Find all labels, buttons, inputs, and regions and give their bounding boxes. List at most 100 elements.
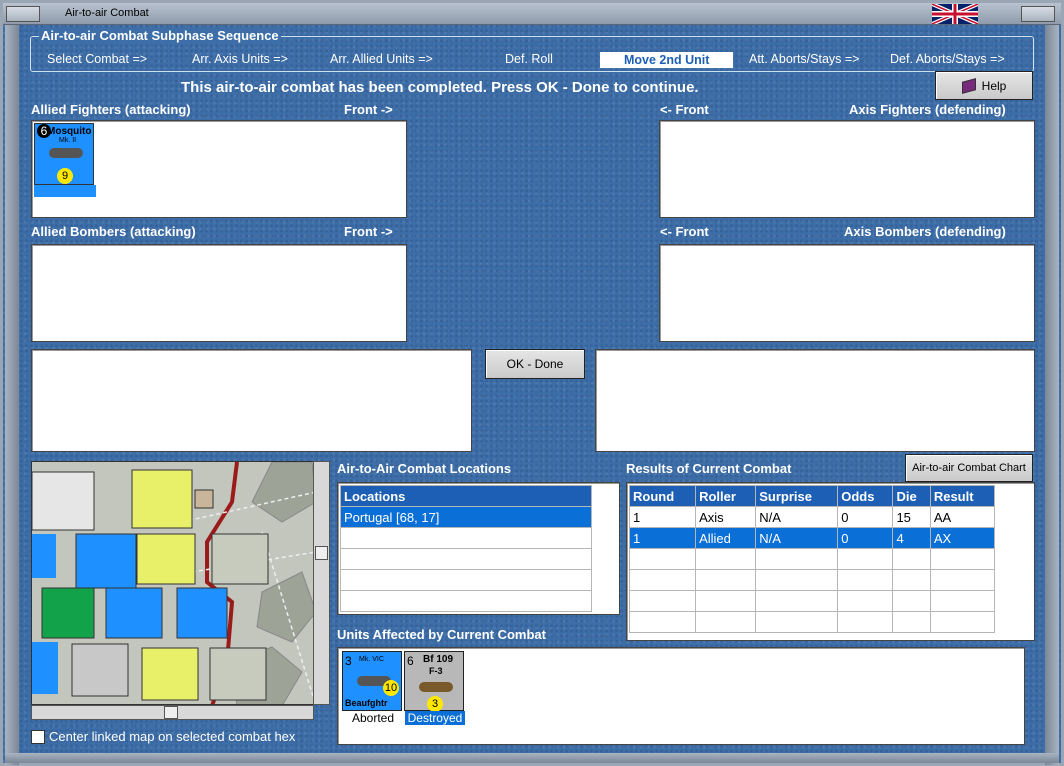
step-arr-axis: Arr. Axis Units => <box>192 52 288 66</box>
results-title: Results of Current Combat <box>626 461 792 476</box>
cell: Axis <box>695 506 757 528</box>
empty-cell <box>695 548 757 570</box>
cell: 1 <box>628 506 697 528</box>
status-message: This air-to-air combat has been complete… <box>181 79 699 96</box>
unit-top-value: 6 <box>407 654 414 668</box>
cell: N/A <box>755 506 839 528</box>
map-horizontal-scrollbar[interactable] <box>31 705 314 720</box>
step-def-roll: Def. Roll <box>505 52 553 66</box>
map-vertical-scrollbar[interactable] <box>313 461 330 705</box>
empty-cell <box>837 569 894 591</box>
empty-cell <box>892 569 931 591</box>
help-button[interactable]: Help <box>935 71 1033 100</box>
col-die: Die <box>892 485 931 507</box>
title-bar: Air-to-air Combat <box>3 3 1061 25</box>
empty-cell <box>837 590 894 612</box>
table-row[interactable]: 1 Axis N/A 0 15 AA <box>628 506 996 528</box>
counter-bottom-value: 9 <box>57 168 73 184</box>
col-result: Result <box>929 485 996 507</box>
linked-map[interactable] <box>31 461 315 705</box>
sequence-title: Air-to-air Combat Subphase Sequence <box>39 28 281 43</box>
empty-cell <box>892 611 931 633</box>
system-menu-button[interactable] <box>6 6 40 22</box>
axis-bombers-box[interactable] <box>659 244 1035 342</box>
counter-name: Mosquito <box>47 126 92 137</box>
empty-cell <box>695 569 757 591</box>
front-right-label-2: Front -> <box>344 224 393 239</box>
book-icon <box>961 77 976 94</box>
unit-top-value: 3 <box>345 654 352 668</box>
location-row[interactable]: Portugal [68, 17] <box>340 506 592 528</box>
unit-bottom-value: 10 <box>383 680 399 696</box>
axis-fighters-label: Axis Fighters (defending) <box>849 102 1006 117</box>
step-select-combat: Select Combat => <box>47 52 148 66</box>
frame-bottom <box>5 753 1059 763</box>
empty-cell <box>628 548 697 570</box>
close-button[interactable] <box>1021 6 1055 22</box>
empty-cell <box>628 590 697 612</box>
cell: 0 <box>837 506 894 528</box>
hex-map-graphic <box>32 462 314 704</box>
front-left-label: <- Front <box>660 102 709 117</box>
unit-status-destroyed: Destroyed <box>405 711 465 725</box>
locations-list[interactable]: Locations Portugal [68, 17] <box>337 482 620 615</box>
center-map-checkbox[interactable] <box>31 730 45 744</box>
empty-cell <box>929 548 996 570</box>
window-title: Air-to-air Combat <box>65 7 149 19</box>
col-odds: Odds <box>837 485 894 507</box>
frame-left <box>5 25 19 765</box>
allied-bombers-box[interactable] <box>31 244 407 342</box>
unit-model: Mk. VIC <box>359 656 384 663</box>
front-right-label: Front -> <box>344 102 393 117</box>
cell: AX <box>929 527 996 549</box>
axis-bombers-label: Axis Bombers (defending) <box>844 224 1006 239</box>
center-map-label: Center linked map on selected combat hex <box>49 729 296 744</box>
empty-cell <box>695 590 757 612</box>
unit-model: F-3 <box>429 666 443 676</box>
table-row[interactable]: 1 Allied N/A 0 4 AX <box>628 527 996 549</box>
empty-cell <box>755 569 839 591</box>
empty-cell <box>929 590 996 612</box>
axis-info-box <box>595 349 1035 452</box>
cell: N/A <box>755 527 839 549</box>
main-window: Air-to-air Combat Air-to-air Combat Subp… <box>0 0 1064 766</box>
unit-name: Bf 109 <box>423 654 454 665</box>
empty-cell <box>695 611 757 633</box>
vscroll-thumb[interactable] <box>315 546 328 560</box>
col-roller: Roller <box>695 485 757 507</box>
empty-cell <box>892 590 931 612</box>
allied-fighters-box[interactable]: 6 Mosquito Mk. II 9 <box>31 120 407 218</box>
cell: 4 <box>892 527 931 549</box>
locations-title: Air-to-Air Combat Locations <box>337 461 512 476</box>
uk-flag-icon <box>932 4 978 24</box>
beaufighter-counter[interactable]: 3 Mk. VIC 10 Beaufghtr Aborted <box>342 651 402 725</box>
location-row-empty <box>340 569 592 591</box>
mosquito-counter[interactable]: 6 Mosquito Mk. II 9 <box>34 123 94 185</box>
col-surprise: Surprise <box>755 485 839 507</box>
location-row-empty <box>340 590 592 612</box>
empty-cell <box>755 590 839 612</box>
empty-cell <box>837 611 894 633</box>
cell: 1 <box>628 527 697 549</box>
bf109-counter[interactable]: 6 Bf 109 F-3 3 Destroyed <box>404 651 465 725</box>
empty-cell <box>755 548 839 570</box>
hscroll-thumb[interactable] <box>164 706 178 719</box>
unit-name: Beaufghtr <box>345 698 388 708</box>
empty-cell <box>628 611 697 633</box>
air-combat-chart-button[interactable]: Air-to-air Combat Chart <box>905 454 1033 482</box>
location-row-empty <box>340 527 592 549</box>
empty-cell <box>837 548 894 570</box>
axis-fighters-box[interactable] <box>659 120 1035 218</box>
locations-header: Locations <box>340 485 592 507</box>
results-table-box: Round Roller Surprise Odds Die Result 1 … <box>626 482 1035 641</box>
affected-title: Units Affected by Current Combat <box>337 627 546 642</box>
location-row-empty <box>340 548 592 570</box>
empty-cell <box>628 569 697 591</box>
frame-right <box>1045 25 1059 765</box>
front-left-label-2: <- Front <box>660 224 709 239</box>
unit-bottom-value: 3 <box>427 696 443 712</box>
aircraft-icon <box>49 148 83 158</box>
cell: AA <box>929 506 996 528</box>
ok-done-button[interactable]: OK - Done <box>485 349 585 379</box>
affected-units-box[interactable]: 3 Mk. VIC 10 Beaufghtr Aborted 6 Bf 109 … <box>337 647 1025 745</box>
